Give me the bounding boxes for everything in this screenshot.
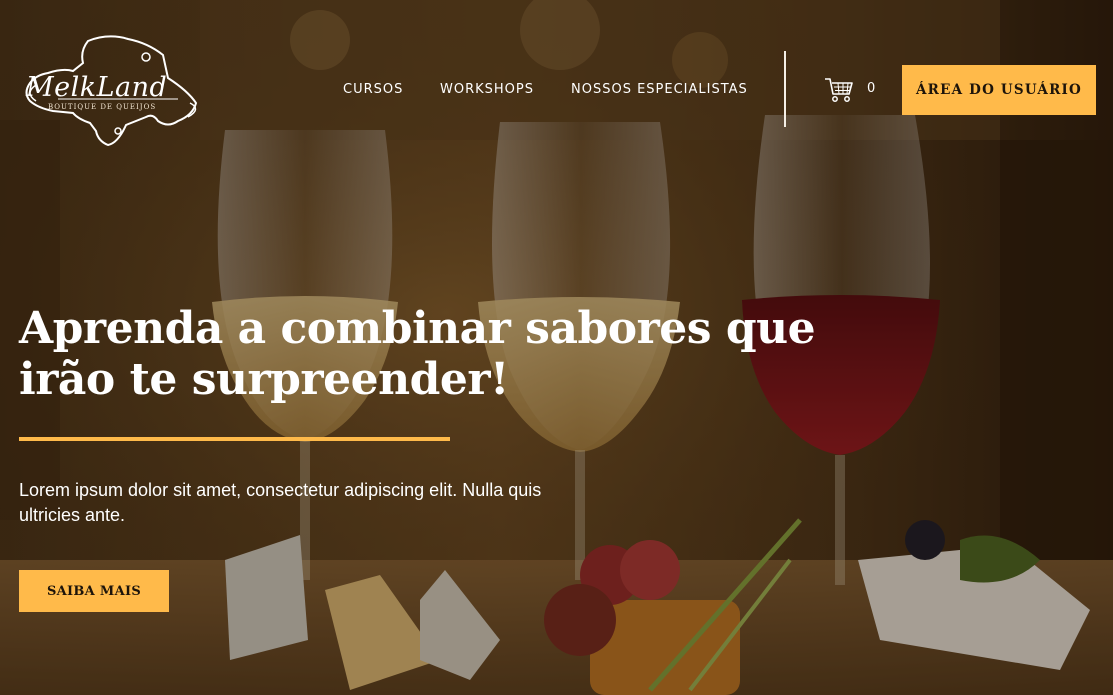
cart-count: 0 [867,81,876,96]
melkland-logo[interactable]: MelkLand Boutique de Queijos [18,33,208,148]
hero-title: Aprenda a combinar sabores que irão te s… [19,303,816,405]
shopping-cart-icon [825,78,853,102]
accent-divider [19,437,450,441]
saiba-mais-button[interactable]: SAIBA MAIS [19,570,169,612]
nav-item-workshops[interactable]: WORKSHOPS [440,82,534,97]
logo-tagline: Boutique de Queijos [48,103,157,111]
hero-description: Lorem ipsum dolor sit amet, consectetur … [19,480,542,525]
site-header: MelkLand Boutique de Queijos CURSOS WORK… [0,0,1113,180]
user-area-button[interactable]: ÁREA DO USUÁRIO [902,65,1096,115]
header-divider [784,51,786,127]
shopping-cart-button[interactable] [824,76,854,104]
nav-item-nossos-especialistas[interactable]: NOSSOS ESPECIALISTAS [571,82,748,97]
logo-brand: MelkLand [26,72,168,103]
nav-item-cursos[interactable]: CURSOS [343,82,403,97]
